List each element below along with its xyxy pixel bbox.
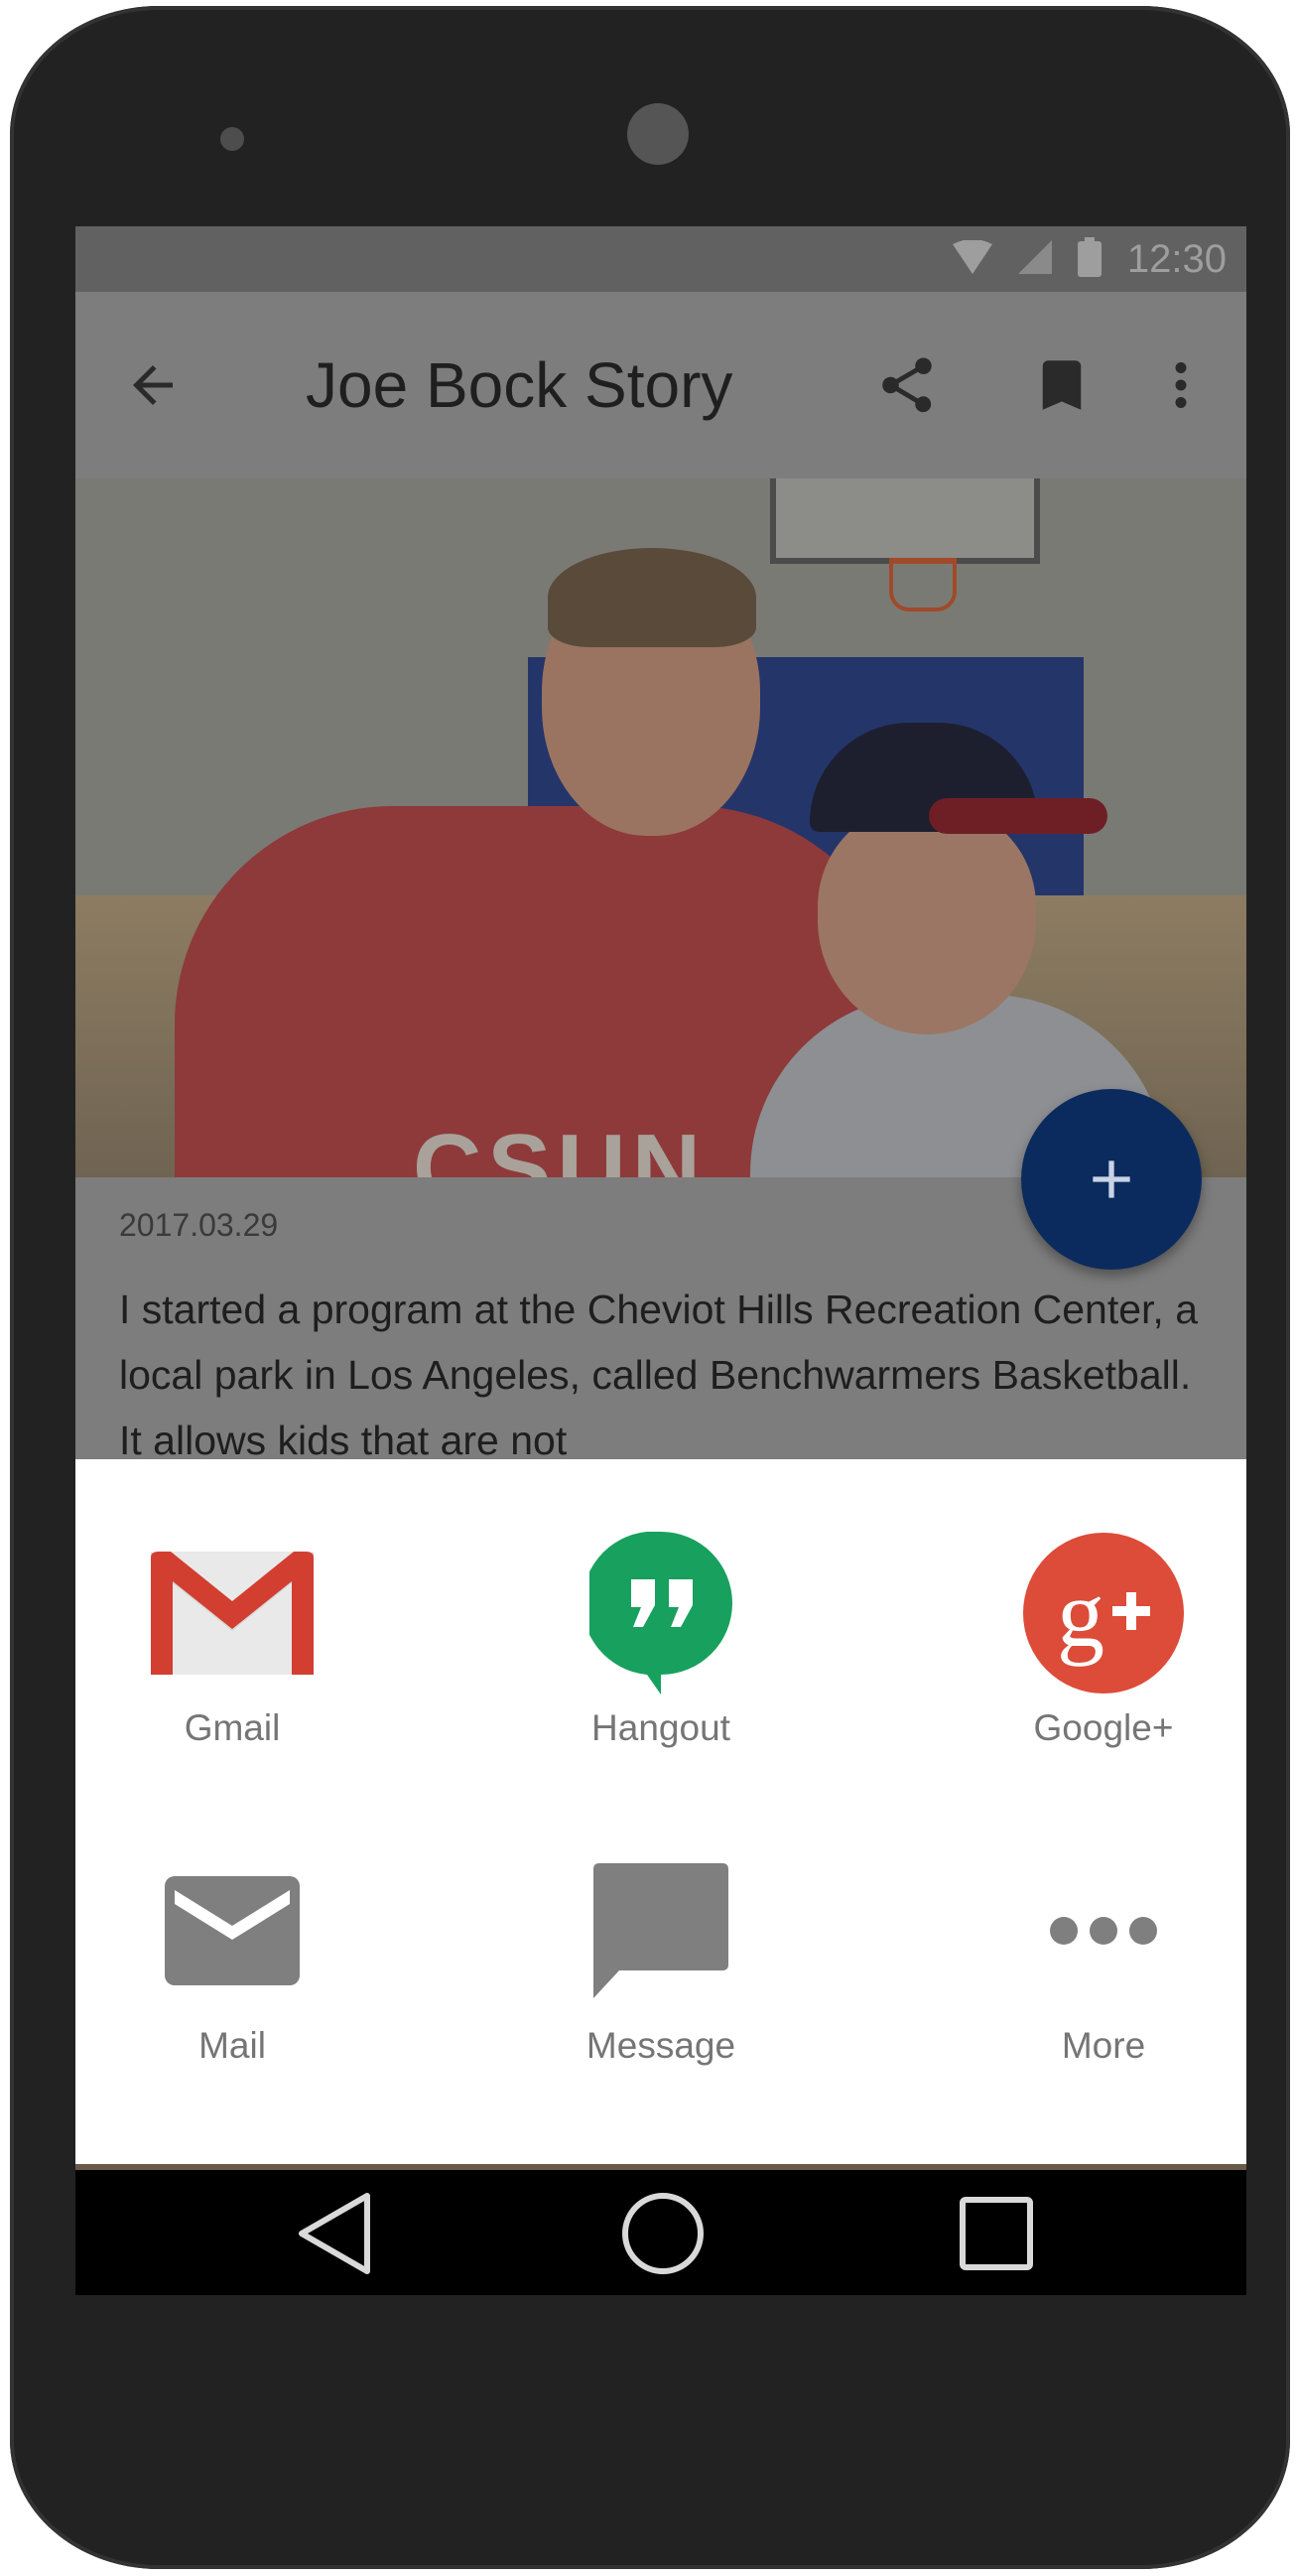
signal-icon [1017, 239, 1052, 279]
add-fab-button[interactable] [1021, 1089, 1202, 1270]
basketball-rim [889, 558, 957, 611]
bookmark-button[interactable] [1018, 341, 1105, 429]
hangouts-icon [589, 1532, 732, 1695]
basketball-backboard [770, 478, 1040, 564]
nav-home-icon [622, 2193, 704, 2274]
gmail-icon [151, 1552, 314, 1675]
share-option-more[interactable]: More [984, 1846, 1223, 2067]
share-label: Mail [198, 2025, 266, 2066]
share-option-message[interactable]: Message [542, 1846, 780, 2067]
share-option-google-plus[interactable]: g Google+ [984, 1529, 1223, 1749]
share-label: Hangout [591, 1707, 730, 1748]
share-label: Google+ [1033, 1707, 1174, 1748]
app-bar: Joe Bock Story [75, 292, 1246, 478]
boy-face [818, 806, 1036, 1034]
boy-cap-brim [929, 798, 1107, 834]
nav-recents-icon [960, 2197, 1033, 2270]
overflow-menu-button[interactable] [1137, 341, 1225, 429]
navigation-bar [75, 2170, 1246, 2295]
arrow-back-icon [133, 365, 173, 405]
mail-icon [165, 1876, 300, 1985]
story-photo: CSUN [75, 478, 1246, 1177]
share-icon [882, 357, 932, 413]
bookmark-icon [1042, 360, 1082, 410]
share-label: More [1061, 2025, 1146, 2066]
more-horiz-icon [1050, 1917, 1157, 1945]
phone-frame: 12:30 Joe Bock Story CSUN 2017.03.29 I s… [10, 6, 1290, 2569]
share-button[interactable] [863, 341, 951, 429]
plus-icon [1093, 1160, 1130, 1198]
share-label: Message [585, 2025, 736, 2066]
status-time: 12:30 [1126, 236, 1227, 281]
nav-home-button[interactable] [615, 2186, 711, 2281]
nav-recents-button[interactable] [949, 2186, 1044, 2281]
status-bar: 12:30 [75, 226, 1246, 292]
page-title: Joe Bock Story [306, 349, 733, 421]
back-button[interactable] [109, 341, 196, 429]
article-date: 2017.03.29 [119, 1207, 279, 1243]
nav-back-icon [299, 2193, 370, 2274]
article-body: I started a program at the Cheviot Hills… [119, 1287, 1199, 1463]
message-icon [593, 1863, 728, 1998]
share-option-gmail[interactable]: Gmail [113, 1529, 351, 1749]
screen: 12:30 Joe Bock Story CSUN 2017.03.29 I s… [75, 226, 1246, 2295]
man-hair [548, 548, 756, 647]
shirt-text: CSUN [413, 1115, 708, 1177]
battery-icon [1077, 236, 1102, 282]
share-label: Gmail [184, 1707, 281, 1748]
front-camera [627, 103, 689, 165]
nav-back-button[interactable] [288, 2186, 383, 2281]
wifi-icon [952, 238, 992, 279]
share-option-mail[interactable]: Mail [113, 1846, 351, 2067]
google-plus-icon: g [1023, 1533, 1184, 1694]
share-option-hangout[interactable]: Hangout [542, 1529, 780, 1749]
share-sheet: Gmail Hangout g Google+ Mail Message Mor… [75, 1459, 1246, 2164]
more-vert-icon [1175, 362, 1187, 408]
proximity-sensor [220, 127, 244, 151]
svg-text:g: g [1057, 1560, 1104, 1667]
